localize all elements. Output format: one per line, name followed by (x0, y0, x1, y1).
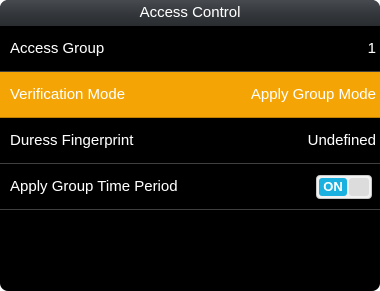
apply-group-time-period-toggle[interactable]: ON (316, 175, 372, 199)
menu-item-value: Apply Group Mode (250, 86, 376, 103)
title-bar: Access Control (0, 0, 380, 26)
menu-item-access-group[interactable]: Access Group 1 (0, 26, 380, 72)
menu-item-label: Apply Group Time Period (10, 178, 178, 195)
menu-item-label: Duress Fingerprint (10, 132, 134, 149)
menu-item-value: Undefined (307, 132, 376, 149)
settings-menu: Access Group 1 Verification Mode Apply G… (0, 26, 380, 210)
menu-item-verification-mode[interactable]: Verification Mode Apply Group Mode (0, 72, 380, 118)
toggle-on-label: ON (319, 178, 347, 196)
menu-item-apply-group-time-period[interactable]: Apply Group Time Period ON (0, 164, 380, 210)
menu-item-label: Verification Mode (10, 86, 126, 103)
device-screen: Access Control Access Group 1 Verificati… (0, 0, 380, 291)
menu-item-label: Access Group (10, 40, 105, 57)
menu-item-duress-fingerprint[interactable]: Duress Fingerprint Undefined (0, 118, 380, 164)
screen-title: Access Control (139, 4, 241, 21)
menu-item-value: 1 (367, 40, 376, 57)
toggle-knob (349, 178, 369, 196)
